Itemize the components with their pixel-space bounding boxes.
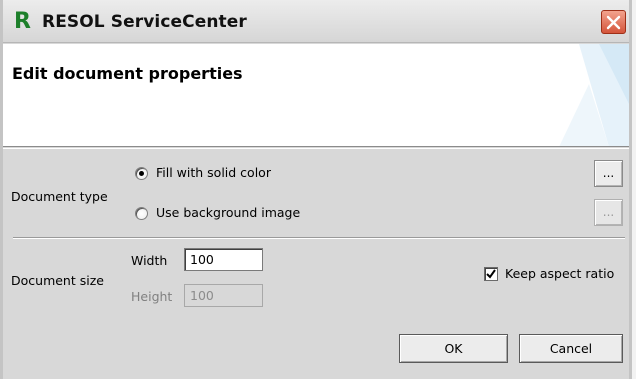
fill-solid-color-label[interactable]: Fill with solid color [156,165,271,180]
height-input[interactable]: 100 [184,284,263,307]
height-label: Height [131,289,173,304]
document-type-label: Document type [11,189,108,204]
width-label: Width [131,253,168,268]
dialog-window: R RESOL ServiceCenter Edit document prop… [0,0,632,379]
app-logo: R [14,9,31,34]
title-bar[interactable]: R RESOL ServiceCenter [3,0,629,43]
width-input[interactable]: 100 [184,248,263,271]
checkmark-icon [486,269,496,279]
document-size-label: Document size [11,273,104,288]
fill-solid-color-radio[interactable] [135,167,148,180]
keep-aspect-ratio-checkbox[interactable] [484,267,498,281]
window-edge [632,0,636,379]
close-button[interactable] [601,10,626,34]
choose-image-button[interactable]: ... [594,199,623,226]
close-icon [606,15,621,30]
ok-button[interactable]: OK [399,334,508,363]
properties-form: Document type Fill with solid color Use … [3,148,629,379]
background-image-label[interactable]: Use background image [156,205,300,220]
header-decoration [559,44,629,146]
window-title: RESOL ServiceCenter [42,12,247,32]
background-image-radio[interactable] [135,207,148,220]
section-divider [13,237,625,239]
header-panel: Edit document properties [3,44,629,147]
choose-color-button[interactable]: ... [594,160,623,187]
keep-aspect-ratio-label[interactable]: Keep aspect ratio [505,266,614,281]
page-title: Edit document properties [12,64,243,83]
cancel-button[interactable]: Cancel [519,334,623,363]
